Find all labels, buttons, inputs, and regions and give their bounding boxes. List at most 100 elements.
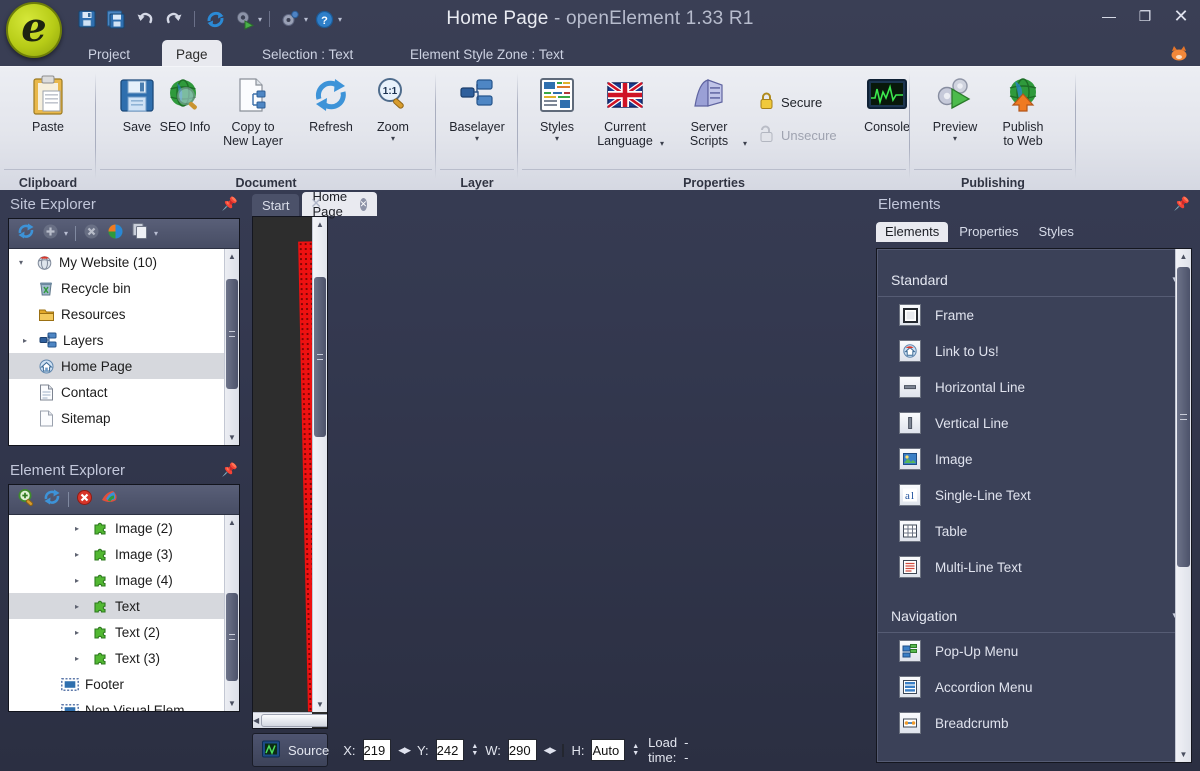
zoom-button[interactable]: 1:1 Zoom ▾ xyxy=(354,73,432,143)
element-row-image-4[interactable]: ▸ Image (4) xyxy=(9,567,239,593)
x-stepper[interactable]: ◀▶ xyxy=(398,745,411,756)
copy-to-new-layer-button[interactable]: Copy to New Layer xyxy=(214,73,292,148)
element-row-footer[interactable]: Footer xyxy=(9,671,239,697)
tree-item-layers[interactable]: ▸ Layers xyxy=(9,327,239,353)
element-row-text-2[interactable]: ▸ Text (2) xyxy=(9,619,239,645)
tree-item-sitemap[interactable]: Sitemap xyxy=(9,405,239,431)
twisty-icon[interactable]: ▾ xyxy=(19,258,29,267)
section-header-standard[interactable]: Standard ▾ xyxy=(877,263,1191,297)
duplicate-dropdown-caret[interactable]: ▾ xyxy=(154,229,158,238)
server-scripts-dropdown-caret[interactable]: ▾ xyxy=(743,139,747,148)
element-row-non-visual[interactable]: Non Visual Elem… xyxy=(9,697,239,711)
zoom-in-icon[interactable] xyxy=(17,488,36,512)
paste-button[interactable]: Paste xyxy=(9,73,87,134)
current-language-dropdown-caret[interactable]: ▾ xyxy=(660,139,664,148)
colors-icon[interactable] xyxy=(107,223,124,245)
minimize-button[interactable]: — xyxy=(1098,6,1120,26)
element-item-multi-line-text[interactable]: Multi-Line Text xyxy=(877,549,1191,585)
unsecure-button[interactable]: Unsecure xyxy=(758,124,837,147)
source-icon[interactable] xyxy=(261,739,281,762)
baselayer-button[interactable]: Baselayer ▾ xyxy=(438,73,516,143)
scroll-up-icon[interactable]: ▲ xyxy=(225,249,239,264)
tree-item-home-page[interactable]: Home Page xyxy=(9,353,239,379)
element-item-frame[interactable]: Frame xyxy=(877,297,1191,333)
canvas-vertical-scrollbar[interactable]: ▲ ▼ xyxy=(312,217,327,712)
element-row-image-2[interactable]: ▸ Image (2) xyxy=(9,515,239,541)
element-row-text[interactable]: ▸ Text xyxy=(9,593,239,619)
scroll-thumb[interactable] xyxy=(1177,267,1190,567)
tab-elements[interactable]: Elements xyxy=(876,222,949,242)
scroll-thumb[interactable] xyxy=(226,593,238,681)
preview-button[interactable]: Preview ▾ xyxy=(916,73,994,143)
pin-icon[interactable]: 📌 xyxy=(1174,196,1190,212)
maximize-button[interactable]: ❐ xyxy=(1134,6,1156,26)
refresh-icon[interactable] xyxy=(43,488,61,511)
server-scripts-button[interactable]: Server Scripts xyxy=(670,73,748,148)
duplicate-icon[interactable] xyxy=(131,222,149,245)
element-item-link-to-us[interactable]: Link to Us! xyxy=(877,333,1191,369)
seo-info-button[interactable]: SEO Info xyxy=(146,73,224,134)
scroll-up-icon[interactable]: ▲ xyxy=(1176,249,1191,264)
y-stepper[interactable]: ▲ ▼ xyxy=(471,743,478,757)
publish-to-web-button[interactable]: Publish to Web xyxy=(984,73,1062,148)
twisty-icon[interactable]: ▸ xyxy=(75,602,85,611)
twisty-icon[interactable]: ▸ xyxy=(75,654,85,663)
canvas-viewport[interactable]: Display of carousel images is temporaril… xyxy=(252,216,328,729)
element-row-image-3[interactable]: ▸ Image (3) xyxy=(9,541,239,567)
scroll-down-icon[interactable]: ▼ xyxy=(225,696,239,711)
element-explorer-scrollbar[interactable]: ▲ ▼ xyxy=(224,515,239,711)
styles-button[interactable]: Styles ▾ xyxy=(518,73,596,143)
current-language-button[interactable]: Current Language xyxy=(586,73,664,148)
tree-item-recycle-bin[interactable]: Recycle bin xyxy=(9,275,239,301)
scroll-up-icon[interactable]: ▲ xyxy=(225,515,239,530)
twisty-icon[interactable]: ▸ xyxy=(23,336,33,345)
scroll-left-icon[interactable]: ◀ xyxy=(253,713,259,728)
lock-aspect-checkbox[interactable] xyxy=(562,743,565,757)
doc-tab-start[interactable]: Start xyxy=(252,194,300,216)
element-item-breadcrumb[interactable]: Breadcrumb xyxy=(877,705,1191,741)
twisty-icon[interactable]: ▸ xyxy=(75,524,85,533)
element-item-table[interactable]: Table xyxy=(877,513,1191,549)
scroll-up-icon[interactable]: ▲ xyxy=(313,217,327,232)
app-logo[interactable]: e xyxy=(6,2,62,58)
scroll-down-icon[interactable]: ▼ xyxy=(225,430,239,445)
h-stepper[interactable]: ▲ ▼ xyxy=(632,743,639,757)
preview-dropdown-caret[interactable]: ▾ xyxy=(953,134,957,143)
w-input[interactable]: 290 xyxy=(507,739,537,761)
tree-item-my-website[interactable]: ▾ My Website (10) xyxy=(9,249,239,275)
fox-icon[interactable] xyxy=(1168,45,1190,63)
scroll-thumb[interactable] xyxy=(314,277,326,437)
styles-dropdown-caret[interactable]: ▾ xyxy=(555,134,559,143)
tree-item-contact[interactable]: Contact xyxy=(9,379,239,405)
element-item-vertical-line[interactable]: Vertical Line xyxy=(877,405,1191,441)
source-label[interactable]: Source xyxy=(288,743,329,758)
x-input[interactable]: 219 xyxy=(362,739,392,761)
element-item-single-line-text[interactable]: a l Single-Line Text xyxy=(877,477,1191,513)
tab-page[interactable]: Page xyxy=(162,40,222,68)
scroll-thumb[interactable] xyxy=(226,279,238,389)
page-canvas[interactable]: Display of carousel images is temporaril… xyxy=(253,217,312,712)
twisty-icon[interactable]: ▸ xyxy=(75,550,85,559)
scroll-thumb[interactable]: ||| xyxy=(261,714,327,727)
pin-icon[interactable]: 📌 xyxy=(222,196,238,212)
tab-properties[interactable]: Properties xyxy=(950,222,1027,242)
refresh-icon[interactable] xyxy=(17,222,35,245)
tab-element-style-zone[interactable]: Element Style Zone : Text xyxy=(396,40,578,68)
tab-styles[interactable]: Styles xyxy=(1029,222,1082,242)
h-input[interactable]: Auto xyxy=(591,739,626,761)
paint-icon[interactable] xyxy=(100,488,119,511)
zoom-dropdown-caret[interactable]: ▾ xyxy=(391,134,395,143)
twisty-icon[interactable]: ▸ xyxy=(75,628,85,637)
close-icon[interactable]: ✕ xyxy=(359,197,368,211)
scroll-down-icon[interactable]: ▼ xyxy=(1176,747,1191,762)
baselayer-dropdown-caret[interactable]: ▾ xyxy=(475,134,479,143)
twisty-icon[interactable]: ▸ xyxy=(75,576,85,585)
element-item-accordion-menu[interactable]: Accordion Menu xyxy=(877,669,1191,705)
close-document-icon[interactable]: ✕ xyxy=(310,195,322,212)
secure-button[interactable]: Secure xyxy=(758,91,822,114)
element-item-horizontal-line[interactable]: Horizontal Line xyxy=(877,369,1191,405)
y-input[interactable]: 242 xyxy=(435,739,465,761)
element-item-popup-menu[interactable]: Pop-Up Menu xyxy=(877,633,1191,669)
add-page-dropdown-caret[interactable]: ▾ xyxy=(64,229,68,238)
section-header-navigation[interactable]: Navigation ▾ xyxy=(877,599,1191,633)
